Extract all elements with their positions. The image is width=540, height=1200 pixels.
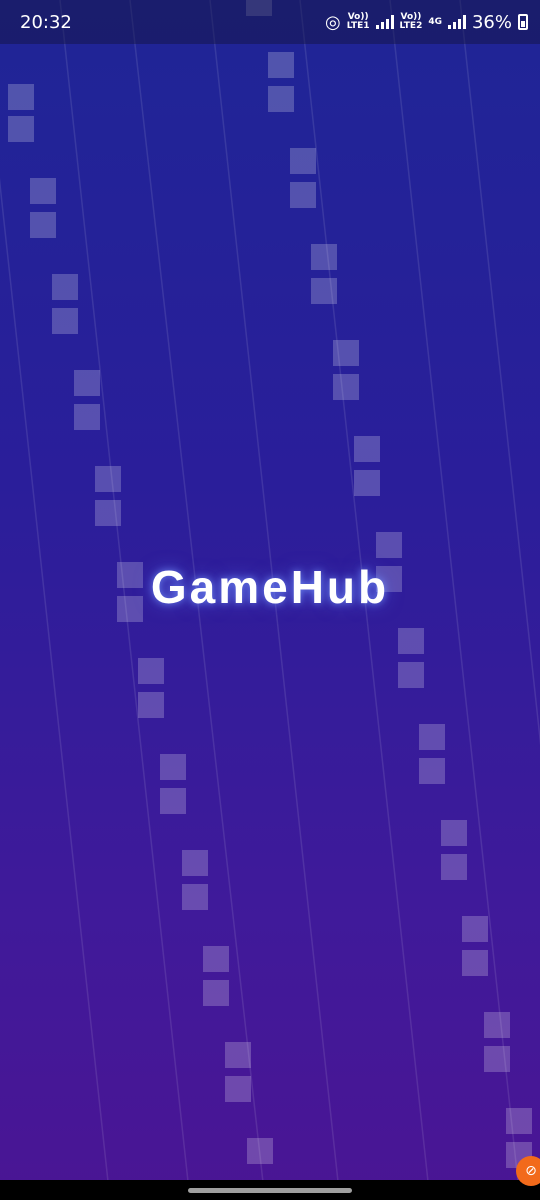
bg-block <box>30 212 56 238</box>
bg-block <box>441 854 467 880</box>
bg-block <box>160 754 186 780</box>
sim2-indicator: Vo)) LTE2 <box>399 12 423 31</box>
bg-block <box>182 884 208 910</box>
bg-block <box>484 1046 510 1072</box>
status-time: 20:32 <box>20 11 72 33</box>
floating-bubble-icon[interactable]: ⊘ <box>516 1156 540 1186</box>
bg-block <box>398 628 424 654</box>
status-bar: 20:32 ◎ Vo)) LTE1 Vo)) LTE2 4G 36% <box>0 0 540 44</box>
bg-block <box>8 116 34 142</box>
bg-block <box>333 374 359 400</box>
bg-block <box>95 500 121 526</box>
bg-block <box>268 86 294 112</box>
bg-block <box>419 758 445 784</box>
bg-block <box>138 658 164 684</box>
battery-percent: 36% <box>471 11 512 33</box>
bg-block <box>419 724 445 750</box>
bg-block <box>160 788 186 814</box>
bg-block <box>203 946 229 972</box>
bg-block <box>74 370 100 396</box>
bg-block <box>354 470 380 496</box>
navigation-bar <box>0 1180 540 1200</box>
bg-block <box>311 278 337 304</box>
bg-block <box>290 182 316 208</box>
app-title: GameHub <box>150 561 390 613</box>
bg-block <box>506 1108 532 1134</box>
bg-block <box>484 1012 510 1038</box>
bg-block <box>52 308 78 334</box>
bg-block <box>225 1076 251 1102</box>
bg-block <box>74 404 100 430</box>
battery-icon <box>518 14 528 30</box>
bg-block <box>333 340 359 366</box>
bg-block <box>462 950 488 976</box>
bg-block <box>52 274 78 300</box>
bg-block <box>225 1042 251 1068</box>
bg-block <box>95 466 121 492</box>
bg-block <box>182 850 208 876</box>
bg-block <box>441 820 467 846</box>
hotspot-icon: ◎ <box>325 11 341 33</box>
signal-icon <box>447 15 466 29</box>
bg-block <box>30 178 56 204</box>
signal-icon <box>375 15 394 29</box>
bg-block <box>462 916 488 942</box>
splash-screen: 20:32 ◎ Vo)) LTE1 Vo)) LTE2 4G 36% GameH… <box>0 0 540 1200</box>
bg-block <box>311 244 337 270</box>
bg-block <box>354 436 380 462</box>
network-type: 4G <box>428 16 442 27</box>
bg-block <box>247 1138 273 1164</box>
bg-block <box>268 52 294 78</box>
bg-block <box>203 980 229 1006</box>
bg-block <box>138 692 164 718</box>
bg-block <box>398 662 424 688</box>
sim1-indicator: Vo)) LTE1 <box>346 12 370 31</box>
bg-block <box>376 532 402 558</box>
bg-block <box>290 148 316 174</box>
bg-block <box>8 84 34 110</box>
status-icons: ◎ Vo)) LTE1 Vo)) LTE2 4G 36% <box>325 12 528 33</box>
home-gesture-handle[interactable] <box>188 1188 352 1193</box>
